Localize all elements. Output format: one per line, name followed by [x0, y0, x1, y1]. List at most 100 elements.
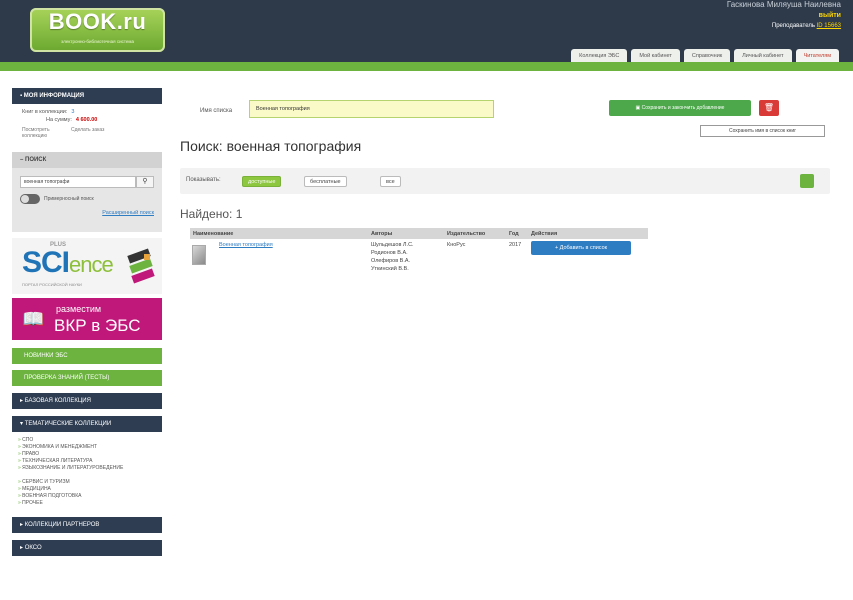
teacher-label: Преподаватель: [771, 23, 815, 29]
author-name: Олефиров В.А.: [371, 258, 411, 264]
list-name-label: Имя списка: [200, 108, 233, 114]
logout-link[interactable]: выйти: [727, 10, 841, 22]
save-name-button[interactable]: Сохранить имя в список книг: [700, 125, 825, 137]
filter-free-button[interactable]: бесплатные: [304, 176, 347, 187]
category-item[interactable]: СПО: [18, 437, 162, 444]
tab-readers[interactable]: Читателям: [795, 49, 839, 63]
thematic-collections-label: ТЕМАТИЧЕСКИЕ КОЛЛЕКЦИИ: [24, 421, 112, 427]
author-name: Шульдешов Л.С.: [371, 242, 414, 248]
search-icon: ⚲: [142, 178, 148, 185]
view-toggle-button[interactable]: [800, 174, 814, 188]
tab-my-cabinet[interactable]: Мой кабинет: [631, 49, 680, 63]
show-label: Показывать:: [186, 177, 221, 183]
author-name: Уткинский В.В.: [371, 266, 409, 272]
category-item[interactable]: ПРОЧЕЕ: [18, 500, 162, 507]
category-item[interactable]: ПРАВО: [18, 451, 162, 458]
column-header: Год: [506, 228, 528, 239]
book-year: 2017: [509, 242, 522, 248]
tab-personal-cabinet[interactable]: Личный кабинет: [734, 49, 792, 63]
user-area: Гаскинова Миляуша Наилевна выйти Препода…: [727, 0, 841, 31]
add-to-list-button[interactable]: + Добавить в список: [531, 241, 631, 255]
category-item[interactable]: ЭКОНОМИКА И МЕНЕДЖМЕНТ: [18, 444, 162, 451]
search-input[interactable]: военная топографи: [20, 176, 136, 188]
approximate-search-label: Примерносный поиск: [44, 196, 94, 202]
category-item[interactable]: СЕРВИС И ТУРИЗМ: [18, 479, 162, 486]
info-links: Посмотреть коллекцию Сделать заказ: [22, 127, 152, 139]
book-title-cell: Военная топография: [190, 239, 368, 283]
sum-row: На сумму: 4 600.00: [22, 116, 152, 124]
base-collection-button[interactable]: ▸ БАЗОВАЯ КОЛЛЕКЦИЯ: [12, 393, 162, 409]
delete-list-button[interactable]: 🗑: [759, 100, 779, 116]
book-actions-cell: + Добавить в список: [528, 239, 648, 283]
page-title: Поиск: военная топография: [180, 138, 362, 154]
logo-subtitle: электронно-библиотечная система: [61, 39, 134, 44]
list-name-input[interactable]: Военная топография: [249, 100, 494, 118]
trash-icon: 🗑: [763, 103, 775, 112]
science-plus-banner[interactable]: PLUS SCIence ПОРТАЛ РОССИЙСКОЙ НАУКИ: [12, 238, 162, 294]
category-item[interactable]: ЯЗЫКОЗНАНИЕ И ЛИТЕРАТУРОВЕДЕНИЕ: [18, 465, 138, 479]
table-row: Военная топография Шульдешов Л.С. Родион…: [190, 239, 648, 283]
view-collection-link[interactable]: Посмотреть коллекцию: [22, 127, 66, 139]
science-caption: ПОРТАЛ РОССИЙСКОЙ НАУКИ: [22, 282, 82, 287]
base-collection-label: БАЗОВАЯ КОЛЛЕКЦИЯ: [24, 398, 91, 404]
new-ebs-button[interactable]: НОВИНКИ ЭБС: [12, 348, 162, 364]
save-and-finish-button[interactable]: ▣ Сохранить и закончить добавление: [609, 100, 751, 116]
science-logo-rest: ence: [69, 252, 114, 277]
science-logo-main: SCI: [22, 246, 70, 279]
table-header-row: Наименование Авторы Издательство Год Дей…: [190, 228, 648, 239]
teacher-id-link[interactable]: ID 15663: [817, 23, 841, 29]
column-header: Действия: [528, 228, 648, 239]
header-accent-stripe: [0, 62, 853, 71]
category-item[interactable]: ТЕХНИЧЕСКАЯ ЛИТЕРАТУРА: [18, 458, 162, 465]
filter-available-button[interactable]: доступные: [242, 176, 282, 187]
logo-text: BOOK.ru: [48, 9, 147, 34]
results-table: Наименование Авторы Издательство Год Дей…: [190, 228, 648, 283]
sum-value: 4 600.00: [75, 117, 98, 123]
teacher-info: Преподаватель ID 15663: [727, 22, 841, 31]
books-count-row: Книг в коллекции: 3: [22, 108, 152, 116]
tab-collection[interactable]: Коллекция ЭБС: [571, 49, 628, 63]
header-tabs: Коллекция ЭБС Мой кабинет Справочник Лич…: [571, 49, 839, 63]
main-content: Имя списка Военная топография ▣ Сохранит…: [180, 80, 840, 600]
column-header: Наименование: [190, 228, 368, 239]
books-count-label: Книг в коллекции:: [22, 109, 68, 115]
tab-reference[interactable]: Справочник: [683, 49, 731, 63]
category-list: СПО ЭКОНОМИКА И МЕНЕДЖМЕНТ ПРАВО ТЕХНИЧЕ…: [12, 437, 162, 507]
column-header: Авторы: [368, 228, 444, 239]
search-button[interactable]: ⚲: [136, 176, 154, 188]
top-header: BOOK.ru электронно-библиотечная система …: [0, 0, 853, 63]
search-title: ПОИСК: [25, 157, 47, 163]
left-sidebar: ▪ МОЯ ИНФОРМАЦИЯ Книг в коллекции: 3 На с…: [12, 88, 162, 556]
extended-search-link[interactable]: Расширенный поиск: [102, 210, 154, 216]
my-info-body: Книг в коллекции: 3 На сумму: 4 600.00 Пос…: [12, 104, 162, 148]
user-name: Гаскинова Миляуша Наилевна: [726, 0, 841, 9]
knowledge-test-button[interactable]: ПРОВЕРКА ЗНАНИЙ (ТЕСТЫ): [12, 370, 162, 386]
vkr-line1: разместим: [56, 304, 102, 314]
search-panel: – ПОИСК военная топографи ⚲ Примерносный…: [12, 152, 162, 232]
search-header[interactable]: – ПОИСК: [12, 152, 162, 168]
make-order-link[interactable]: Сделать заказ: [71, 127, 107, 139]
found-count: Найдено: 1: [180, 207, 243, 221]
save-and-finish-label: Сохранить и закончить добавление: [641, 105, 725, 111]
vkr-banner[interactable]: 📖 разместим ВКР в ЭБС: [12, 298, 162, 340]
book-title-link[interactable]: Военная топография: [219, 241, 365, 249]
open-book-icon: 📖: [22, 309, 45, 329]
my-info-header[interactable]: ▪ МОЯ ИНФОРМАЦИЯ: [12, 88, 162, 104]
my-info-title: МОЯ ИНФОРМАЦИЯ: [23, 93, 85, 99]
thematic-collections-button[interactable]: ▾ ТЕМАТИЧЕСКИЕ КОЛЛЕКЦИИ: [12, 416, 162, 432]
vkr-line2: ВКР в ЭБС: [54, 316, 141, 335]
book-cover[interactable]: [192, 245, 206, 265]
okso-button[interactable]: ▸ ОКСО: [12, 540, 162, 556]
approximate-search-toggle[interactable]: [20, 194, 40, 204]
book-publisher: КноРус: [447, 242, 466, 248]
category-item[interactable]: МЕДИЦИНА: [18, 486, 162, 493]
partner-collections-button[interactable]: ▸ КОЛЛЕКЦИИ ПАРТНЕРОВ: [12, 517, 162, 533]
book-authors-cell: Шульдешов Л.С. Родионов В.А. Олефиров В.…: [368, 239, 444, 283]
partner-collections-label: КОЛЛЕКЦИИ ПАРТНЕРОВ: [24, 522, 100, 528]
books-stack-icon: [127, 248, 155, 284]
author-name: Родионов В.А.: [371, 250, 408, 256]
category-item[interactable]: ВОЕННАЯ ПОДГОТОВКА: [18, 493, 162, 500]
book-ru-logo[interactable]: BOOK.ru электронно-библиотечная система: [30, 8, 165, 52]
filter-all-button[interactable]: все: [380, 176, 401, 187]
